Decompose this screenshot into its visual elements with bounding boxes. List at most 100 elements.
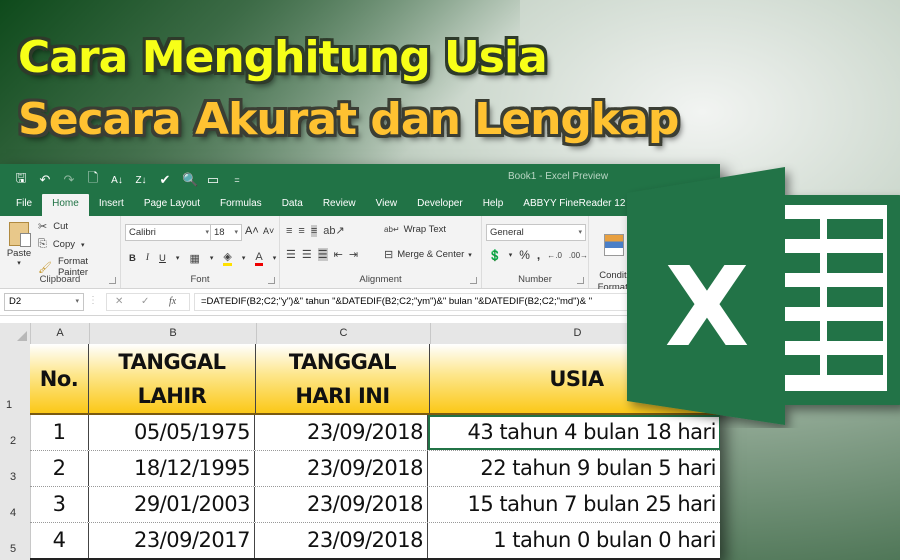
cell-tanggal-hari-ini[interactable]: 23/09/2018 [255, 451, 428, 486]
tab-developer[interactable]: Developer [407, 194, 473, 216]
insert-function-button[interactable]: fx [169, 294, 176, 310]
underline-button[interactable]: U [159, 253, 166, 264]
tab-home[interactable]: Home [42, 194, 89, 216]
paintbrush-icon: 🖌 [38, 261, 52, 274]
tab-review[interactable]: Review [313, 194, 366, 216]
redo-icon[interactable]: ↷ [62, 172, 76, 188]
cell-no[interactable]: 2 [30, 451, 89, 486]
font-size-dropdown[interactable]: 18 ▾ [210, 224, 242, 241]
row-number: 5 [10, 543, 17, 555]
font-launcher-icon[interactable] [268, 277, 275, 284]
row-header-1[interactable]: 1 [0, 344, 31, 415]
column-header-c[interactable]: C [257, 323, 431, 344]
vertical-align-row: ≡ ≡ ≡ ab↗ [286, 224, 345, 237]
tab-view[interactable]: View [366, 194, 408, 216]
clipboard-launcher-icon[interactable] [109, 277, 116, 284]
align-right-icon[interactable]: ☰ [317, 248, 328, 261]
cell-no[interactable]: 1 [30, 415, 89, 450]
align-top-icon[interactable]: ≡ [286, 225, 292, 237]
drag-handle-icon[interactable]: ⋮ [88, 295, 98, 306]
paste-button[interactable]: Paste ▾ [6, 222, 32, 267]
alignment-launcher-icon[interactable] [470, 277, 477, 284]
row-number: 3 [10, 471, 17, 483]
cell-tanggal-lahir[interactable]: 05/05/1975 [89, 415, 255, 450]
font-group-label: Font [190, 274, 210, 285]
cell-no[interactable]: 4 [30, 523, 89, 558]
cell-no[interactable]: 3 [30, 487, 89, 522]
merge-center-label: Merge & Center [397, 249, 465, 260]
wrap-text-icon: ab↵ [384, 225, 400, 234]
ribbon-tabs: File Home Insert Page Layout Formulas Da… [0, 192, 720, 216]
cell-usia[interactable]: 22 tahun 9 bulan 5 hari [428, 451, 720, 486]
align-left-icon[interactable]: ☰ [286, 248, 296, 261]
cell-c1[interactable]: TANGGAL HARI INI [256, 344, 430, 413]
sort-descending-icon[interactable]: Z↓ [134, 175, 148, 186]
fill-color-icon[interactable]: ◈ [223, 250, 232, 266]
number-format-dropdown[interactable]: General ▾ [486, 224, 586, 241]
cut-button[interactable]: ✂ Cut [38, 220, 68, 233]
percent-button[interactable]: % [519, 248, 530, 262]
comma-button[interactable]: , [537, 248, 540, 262]
quick-access-toolbar: 🖫 ↶ ↷ 🗋 A↓ Z↓ ✔ 🔍 ▭ = [14, 169, 244, 191]
copy-button[interactable]: ⎘ Copy ▾ [38, 238, 85, 251]
column-header-b[interactable]: B [90, 323, 257, 344]
row-header-5[interactable]: 5 [0, 523, 31, 560]
tab-insert[interactable]: Insert [89, 194, 134, 216]
cell-tanggal-hari-ini[interactable]: 23/09/2018 [255, 523, 428, 558]
sort-ascending-icon[interactable]: A↓ [110, 175, 124, 186]
row-header-4[interactable]: 4 [0, 487, 31, 523]
merge-center-button[interactable]: ⊟ Merge & Center ▾ [384, 248, 472, 261]
number-launcher-icon[interactable] [577, 277, 584, 284]
select-all-button[interactable] [0, 323, 31, 344]
bold-button[interactable]: B [129, 253, 136, 264]
tab-data[interactable]: Data [272, 194, 313, 216]
cell-usia[interactable]: 15 tahun 7 bulan 25 hari [428, 487, 720, 522]
borders-icon[interactable]: ▦ [189, 252, 199, 265]
chevron-down-icon: ▾ [234, 229, 238, 236]
headline-line-2: Secara Akurat dan Lengkap [18, 94, 679, 145]
cell-b1[interactable]: TANGGAL LAHIR [89, 344, 256, 413]
decrease-indent-icon[interactable]: ⇤ [334, 248, 343, 261]
background-gradient [0, 0, 520, 180]
undo-icon[interactable]: ↶ [38, 172, 52, 188]
save-icon[interactable]: 🖫 [14, 169, 28, 191]
align-bottom-icon[interactable]: ≡ [310, 224, 318, 237]
column-header-a[interactable]: A [31, 323, 90, 344]
decrease-decimal-icon[interactable]: .00→ [569, 251, 588, 260]
name-box[interactable]: D2 ▾ [4, 293, 84, 311]
italic-button[interactable]: I [146, 253, 149, 263]
cell-tanggal-lahir[interactable]: 18/12/1995 [89, 451, 255, 486]
font-color-icon[interactable]: A [255, 251, 263, 266]
align-center-icon[interactable]: ☰ [302, 248, 312, 261]
column-headers: A B C D [0, 323, 720, 345]
increase-font-icon[interactable]: A˄ [245, 225, 259, 237]
accounting-format-icon[interactable]: 💲 [488, 249, 502, 262]
cancel-formula-button[interactable]: ✕ [115, 294, 123, 310]
cell-a1[interactable]: No. [30, 344, 89, 413]
enter-formula-button[interactable]: ✓ [141, 294, 149, 310]
number-format-value: General [490, 227, 524, 238]
cell-tanggal-lahir[interactable]: 23/09/2017 [89, 523, 255, 558]
customize-icon[interactable]: = [230, 175, 244, 185]
cell-usia[interactable]: 1 tahun 0 bulan 0 hari [428, 523, 720, 558]
orientation-icon[interactable]: ab↗ [323, 224, 344, 237]
row-header-2[interactable]: 2 [0, 415, 31, 451]
wrap-text-button[interactable]: ab↵ Wrap Text [384, 224, 446, 235]
tab-page-layout[interactable]: Page Layout [134, 194, 210, 216]
decrease-font-icon[interactable]: A˅ [263, 226, 274, 236]
tab-file[interactable]: File [6, 194, 42, 216]
increase-decimal-icon[interactable]: ←.0 [547, 251, 562, 260]
increase-indent-icon[interactable]: ⇥ [349, 248, 358, 261]
cell-tanggal-hari-ini[interactable]: 23/09/2018 [255, 487, 428, 522]
new-file-icon[interactable]: 🗋 [86, 169, 100, 191]
tab-formulas[interactable]: Formulas [210, 194, 272, 216]
row-header-3[interactable]: 3 [0, 451, 31, 487]
tab-help[interactable]: Help [473, 194, 514, 216]
open-folder-icon[interactable]: ▭ [206, 172, 220, 188]
align-middle-icon[interactable]: ≡ [298, 225, 304, 237]
font-name-dropdown[interactable]: Calibri ▾ [125, 224, 213, 241]
cell-tanggal-hari-ini[interactable]: 23/09/2018 [255, 415, 428, 450]
cell-tanggal-lahir[interactable]: 29/01/2003 [89, 487, 255, 522]
spelling-check-icon[interactable]: ✔ [158, 172, 172, 188]
print-preview-icon[interactable]: 🔍 [182, 172, 198, 188]
